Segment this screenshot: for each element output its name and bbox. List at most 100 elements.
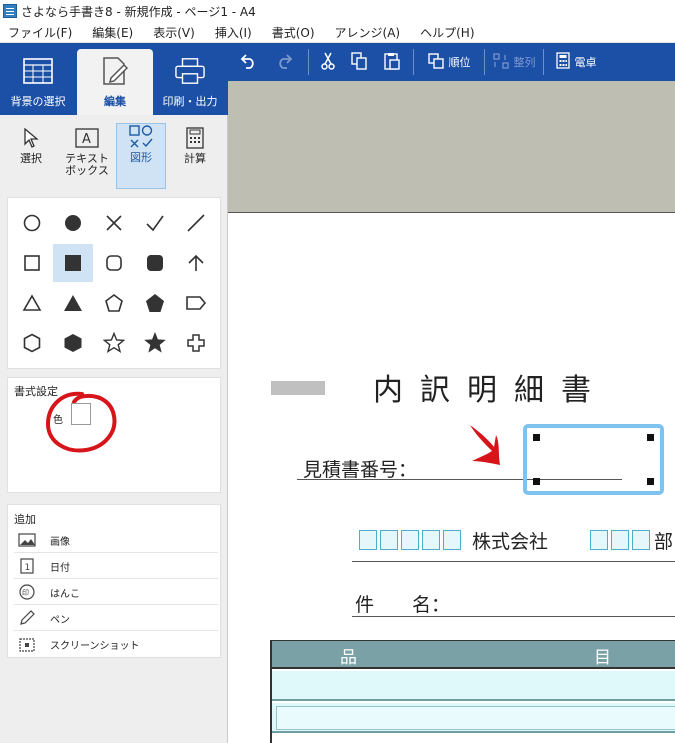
- company-input-cells[interactable]: [359, 530, 464, 550]
- redo-icon: [276, 53, 294, 72]
- toolbar-separator: [413, 49, 414, 75]
- items-table[interactable]: 品 目: [270, 640, 675, 743]
- edit-icon: [100, 57, 130, 85]
- company-underline: [352, 561, 675, 562]
- textbox-icon: A: [73, 125, 101, 151]
- add-image[interactable]: 画像: [14, 528, 218, 553]
- resize-handle[interactable]: [647, 434, 654, 441]
- calculator-button[interactable]: 電卓: [550, 43, 602, 81]
- input-cell[interactable]: [359, 530, 377, 550]
- resize-handle[interactable]: [533, 434, 540, 441]
- triangle-outline-icon[interactable]: [12, 284, 52, 322]
- menu-help[interactable]: ヘルプ(H): [410, 24, 484, 41]
- tab-edit[interactable]: 編集: [77, 49, 153, 115]
- star-filled-icon[interactable]: [135, 324, 175, 362]
- input-cell[interactable]: [443, 530, 461, 550]
- hexagon-filled-icon[interactable]: [53, 324, 93, 362]
- tool-textbox[interactable]: A テキスト ボックス: [62, 125, 112, 187]
- add-pen[interactable]: ペン: [14, 606, 218, 631]
- input-cell[interactable]: [380, 530, 398, 550]
- rounded-square-outline-icon[interactable]: [94, 244, 134, 282]
- add-screenshot-label: スクリーンショット: [50, 641, 140, 652]
- triangle-filled-icon[interactable]: [53, 284, 93, 322]
- plus-outline-icon[interactable]: [176, 324, 216, 362]
- gray-marker-rect[interactable]: [271, 381, 325, 395]
- screenshot-icon: [18, 637, 36, 653]
- department-suffix[interactable]: 部: [654, 527, 673, 554]
- pentagon-filled-icon[interactable]: [135, 284, 175, 322]
- add-screenshot[interactable]: スクリーンショット: [14, 632, 218, 657]
- mode-tab-strip: 背景の選択 編集 印刷・出力: [0, 43, 228, 115]
- toolbar-separator: [484, 49, 485, 75]
- menu-arrange[interactable]: アレンジ(A): [325, 24, 411, 41]
- paste-button[interactable]: [377, 43, 407, 81]
- subject-label[interactable]: 件 名：: [355, 590, 450, 617]
- circle-filled-icon[interactable]: [53, 204, 93, 242]
- department-input-cells[interactable]: [590, 530, 653, 550]
- rounded-square-filled-icon[interactable]: [135, 244, 175, 282]
- add-stamp[interactable]: 印 はんこ: [14, 580, 218, 605]
- tool-shapes-label: 図形: [130, 151, 152, 164]
- menu-insert[interactable]: 挿入(I): [205, 24, 262, 41]
- check-icon[interactable]: [135, 204, 175, 242]
- page-top-band: [228, 81, 675, 213]
- menu-format[interactable]: 書式(O): [262, 24, 325, 41]
- circle-outline-icon[interactable]: [12, 204, 52, 242]
- input-cell[interactable]: [401, 530, 419, 550]
- toolbar-separator: [543, 49, 544, 75]
- add-panel-title: 追加: [14, 513, 36, 526]
- date-icon: 1: [18, 558, 36, 574]
- document-canvas[interactable]: 内訳明細書 見積書番号： 株式会社 部 件 名： 品 目: [228, 81, 675, 743]
- input-cell[interactable]: [422, 530, 440, 550]
- window-title: さよなら手書き8 - 新規作成 - ページ1 - A4: [21, 4, 256, 19]
- star-outline-icon[interactable]: [94, 324, 134, 362]
- table-row[interactable]: [272, 671, 675, 701]
- tool-calculate[interactable]: 計算: [170, 125, 220, 187]
- add-date[interactable]: 1 日付: [14, 554, 218, 579]
- company-suffix[interactable]: 株式会社: [472, 527, 548, 554]
- cut-button[interactable]: [315, 43, 341, 81]
- title-bar: さよなら手書き8 - 新規作成 - ページ1 - A4: [0, 0, 675, 22]
- svg-text:1: 1: [25, 563, 31, 573]
- square-filled-icon[interactable]: [53, 244, 93, 282]
- cross-icon[interactable]: [94, 204, 134, 242]
- table-cell[interactable]: [276, 706, 675, 730]
- square-outline-icon[interactable]: [12, 244, 52, 282]
- tag-icon[interactable]: [176, 284, 216, 322]
- tool-select-label: 選択: [20, 152, 42, 165]
- input-cell[interactable]: [590, 530, 608, 550]
- selected-textbox[interactable]: [523, 424, 664, 495]
- pentagon-outline-icon[interactable]: [94, 284, 134, 322]
- align-button[interactable]: 整列: [491, 43, 537, 81]
- tab-background[interactable]: 背景の選択: [0, 49, 76, 115]
- resize-handle[interactable]: [533, 478, 540, 485]
- input-cell[interactable]: [611, 530, 629, 550]
- menu-file[interactable]: ファイル(F): [0, 24, 82, 41]
- menu-view[interactable]: 表示(V): [143, 24, 205, 41]
- undo-button[interactable]: [228, 43, 268, 81]
- estimate-number-label[interactable]: 見積書番号：: [303, 455, 417, 482]
- menu-edit[interactable]: 編集(E): [82, 24, 143, 41]
- line-icon[interactable]: [176, 204, 216, 242]
- resize-handle[interactable]: [647, 478, 654, 485]
- input-cell[interactable]: [632, 530, 650, 550]
- shapes-icon: [127, 124, 155, 150]
- copy-button[interactable]: [341, 43, 377, 81]
- tab-print[interactable]: 印刷・出力: [152, 49, 228, 115]
- redo-button[interactable]: [268, 43, 302, 81]
- tool-calculate-label: 計算: [184, 152, 206, 165]
- left-panel: 選択 A テキスト ボックス 図形 計算 書式設定 色 追加 画像 1 日付 印…: [0, 115, 228, 743]
- order-button[interactable]: 順位: [420, 43, 478, 81]
- color-swatch[interactable]: [71, 403, 91, 425]
- arrow-up-icon[interactable]: [176, 244, 216, 282]
- pen-icon: [18, 610, 36, 626]
- hexagon-outline-icon[interactable]: [12, 324, 52, 362]
- tool-select[interactable]: 選択: [6, 125, 56, 187]
- align-icon: [492, 52, 509, 72]
- order-label: 順位: [448, 56, 471, 69]
- document-title[interactable]: 内訳明細書: [373, 365, 608, 409]
- table-row[interactable]: [272, 703, 675, 733]
- tool-shapes[interactable]: 図形: [116, 123, 166, 189]
- svg-text:A: A: [82, 132, 91, 147]
- background-icon: [23, 57, 53, 85]
